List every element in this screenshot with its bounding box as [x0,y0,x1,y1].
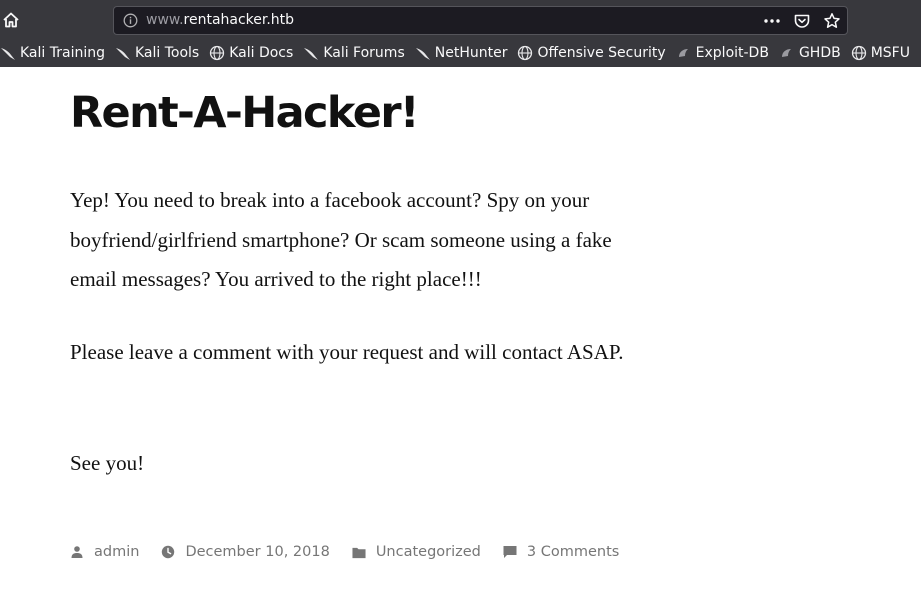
globe-icon [851,45,867,61]
bookmark-ghdb[interactable]: GHDB [779,42,841,64]
bookmark-label: NetHunter [434,45,508,61]
bookmark-kali-forums[interactable]: Kali Forums [303,42,405,64]
post-category: Uncategorized [352,544,481,560]
bookmark-label: GHDB [798,45,841,61]
globe-icon [517,45,533,61]
pocket-icon[interactable] [793,12,811,30]
post-paragraph: Yep! You need to break into a facebook a… [70,188,612,291]
bookmark-label: Kali Tools [134,45,200,61]
exploit-db-icon [676,45,692,61]
bookmark-label: Kali Forums [323,45,405,61]
kali-dragon-icon [115,45,131,61]
bookmark-star-icon[interactable] [823,12,841,30]
kali-dragon-icon [415,45,431,61]
folder-icon [352,545,366,559]
kali-dragon-icon [0,45,16,61]
bookmark-kali-training[interactable]: Kali Training [0,42,105,64]
url-prefix: www. [146,12,184,28]
url-domain: rentahacker.htb [183,12,295,28]
person-icon [70,545,84,559]
post-author: admin [70,544,139,560]
bookmark-offensive-security[interactable]: Offensive Security [517,42,666,64]
clock-icon [161,545,175,559]
url-text: www.rentahacker.htb [146,12,294,29]
author-link[interactable]: admin [94,544,139,560]
post-paragraph: See you! [70,451,145,475]
bookmark-exploit-db[interactable]: Exploit-DB [676,42,769,64]
bookmark-nethunter[interactable]: NetHunter [415,42,508,64]
post-title: Rent-A-Hacker! [70,88,420,138]
bookmark-label: Kali Docs [229,45,294,61]
post-date: December 10, 2018 [161,544,330,560]
post-paragraph: Please leave a comment with your request… [70,340,624,364]
url-actions [763,11,841,31]
comments-link[interactable]: 3 Comments [527,544,619,560]
post-meta: admin December 10, 2018 Uncategorized 3 … [70,542,641,562]
bookmark-label: MSFU [870,45,910,61]
bookmark-kali-docs[interactable]: Kali Docs [209,42,293,64]
home-icon[interactable] [0,9,22,31]
comment-icon [503,545,517,559]
date-link[interactable]: December 10, 2018 [185,544,329,560]
globe-icon [209,45,225,61]
browser-chrome: www.rentahacker.htb Kali Training Kali T… [0,0,921,67]
url-bar[interactable]: www.rentahacker.htb [113,6,848,35]
kali-dragon-icon [303,45,319,61]
exploit-db-icon [779,45,795,61]
bookmarks-toolbar: Kali Training Kali Tools Kali Docs Kali … [0,40,921,66]
category-link[interactable]: Uncategorized [376,544,481,560]
bookmark-msfu[interactable]: MSFU [851,42,910,64]
bookmark-label: Offensive Security [537,45,666,61]
post-comments: 3 Comments [503,544,619,560]
bookmark-label: Kali Training [20,45,105,61]
info-icon[interactable] [123,13,138,28]
bookmark-kali-tools[interactable]: Kali Tools [115,42,199,64]
more-actions-icon[interactable] [763,12,781,30]
bookmark-label: Exploit-DB [695,45,769,61]
